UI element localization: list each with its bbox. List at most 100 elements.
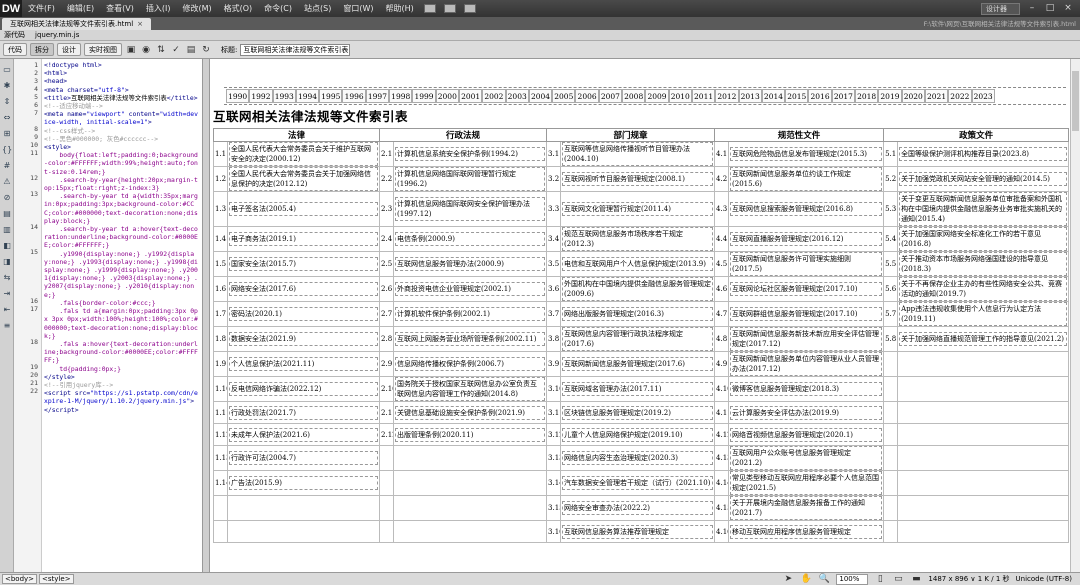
- maximize-icon[interactable]: □: [1044, 3, 1056, 14]
- menu-item[interactable]: 帮助(H): [379, 3, 419, 14]
- document-link[interactable]: 外国机构在中国境内提供金融信息服务管理规定(2009.6): [562, 277, 714, 301]
- year-link-1995[interactable]: 1995: [319, 89, 343, 103]
- highlight-invalid-icon[interactable]: ⚠: [2, 177, 12, 187]
- year-link-2004[interactable]: 2004: [528, 89, 553, 103]
- balance-braces-icon[interactable]: {}: [2, 145, 12, 155]
- code-line[interactable]: .fals{border-color:#ccc;}: [44, 299, 200, 307]
- check-page-icon[interactable]: ✓: [170, 44, 182, 56]
- document-link[interactable]: 互联网文化管理暂行规定(2011.4): [562, 202, 714, 216]
- year-link-2016[interactable]: 2016: [808, 89, 832, 103]
- wrap-tag-icon[interactable]: ◧: [2, 241, 12, 251]
- year-link-1999[interactable]: 1999: [412, 89, 436, 103]
- zoom-select[interactable]: 100%: [836, 573, 869, 585]
- select-parent-tag-icon[interactable]: ⊞: [2, 129, 12, 139]
- code-view-button[interactable]: 代码: [3, 43, 27, 56]
- layout-icon[interactable]: [423, 4, 436, 13]
- vertical-scrollbar[interactable]: [1070, 59, 1080, 572]
- document-link[interactable]: 计算机信息网络国际联网管理暂行规定(1996.2): [395, 167, 546, 191]
- year-link-2021[interactable]: 2021: [924, 89, 949, 103]
- refresh-icon[interactable]: ↻: [200, 44, 212, 56]
- code-line[interactable]: <html>: [44, 69, 200, 77]
- split-divider[interactable]: [202, 59, 210, 572]
- file-management-icon[interactable]: ⇅: [155, 44, 167, 56]
- document-link[interactable]: 关于变更互联网新闻信息服务单位审批备案和外国机构在中国境内提供金融信息服务业务审…: [899, 192, 1068, 226]
- site-icon[interactable]: [463, 4, 476, 13]
- apply-comment-icon[interactable]: ▤: [2, 209, 12, 219]
- code-editor[interactable]: <!doctype html> <html> <head> <meta charset…: [42, 59, 202, 572]
- code-line[interactable]: <title>互联网相关法律法规等文件索引表</title>: [44, 94, 200, 102]
- document-link[interactable]: 互联网新闻信息服务许可管理实施细则(2017.5): [730, 252, 883, 276]
- related-file-jquery[interactable]: jquery.min.js: [35, 31, 79, 39]
- document-link[interactable]: 互联网上网服务营业场所管理条例(2002.11): [395, 332, 546, 346]
- code-line[interactable]: .search-by-year{height:20px;margin-top:1…: [44, 176, 200, 192]
- year-link-2017[interactable]: 2017: [831, 89, 856, 103]
- document-link[interactable]: 个人信息保护法(2021.11): [229, 357, 379, 371]
- document-link[interactable]: 信息网络传播权保护条例(2006.7): [395, 357, 546, 371]
- document-link[interactable]: 网络音视频信息服务管理规定(2020.1): [730, 427, 883, 442]
- year-link-2013[interactable]: 2013: [738, 89, 762, 103]
- multiscreen-icon[interactable]: ▣: [125, 44, 137, 56]
- document-link[interactable]: 计算机信息系统安全保护条例(1994.2): [395, 147, 546, 161]
- syntax-error-icon[interactable]: ⊘: [2, 193, 12, 203]
- document-link[interactable]: 国家安全法(2015.7): [229, 257, 379, 271]
- minimize-icon[interactable]: –: [1026, 3, 1038, 14]
- preview-icon[interactable]: ◉: [140, 44, 152, 56]
- code-line[interactable]: .y1990{display:none;} .y1992{display:non…: [44, 250, 200, 299]
- year-link-2019[interactable]: 2019: [878, 89, 902, 103]
- move-css-icon[interactable]: ⇆: [2, 273, 12, 283]
- code-line[interactable]: <meta charset="utf-8">: [44, 86, 200, 94]
- desktop-size-icon[interactable]: ▬: [910, 573, 922, 585]
- document-link[interactable]: 网络安全法(2017.6): [229, 282, 379, 296]
- document-link[interactable]: 互联网新闻信息服务单位约谈工作规定(2015.6): [730, 167, 883, 191]
- code-line[interactable]: td{padding:0px;}: [44, 365, 200, 373]
- document-link[interactable]: 常见类型移动互联网应用程序必要个人信息范围规定(2021.5): [730, 471, 883, 495]
- year-link-2023[interactable]: 2023: [971, 89, 995, 103]
- document-link[interactable]: 互联网直播服务管理规定(2016.12): [730, 232, 883, 246]
- document-link[interactable]: 计算机信息网络国际联网安全保护管理办法(1997.12): [395, 197, 546, 221]
- document-link[interactable]: 互联网信息服务算法推荐管理规定: [562, 524, 714, 539]
- year-link-2005[interactable]: 2005: [552, 89, 576, 103]
- document-link[interactable]: 行政处罚法(2021.7): [229, 405, 379, 420]
- year-link-2011[interactable]: 2011: [691, 89, 716, 103]
- year-link-2000[interactable]: 2000: [435, 89, 459, 103]
- menu-item[interactable]: 命令(C): [258, 3, 298, 14]
- document-link[interactable]: 汽车数据安全管理若干规定（试行）(2021.10): [562, 476, 714, 490]
- menu-item[interactable]: 查看(V): [100, 3, 140, 14]
- tag-selector-style[interactable]: <style>: [39, 574, 74, 584]
- code-line[interactable]: .search-by-year td a:hover{text-decorati…: [44, 225, 200, 250]
- window-size-readout[interactable]: 1487 x 896 ∨ 1 K / 1 秒: [928, 574, 1009, 584]
- year-link-2015[interactable]: 2015: [785, 89, 809, 103]
- open-documents-icon[interactable]: ▭: [2, 65, 12, 75]
- code-line[interactable]: .search-by-year td a{width:35px;margin:0…: [44, 192, 200, 225]
- year-link-1997[interactable]: 1997: [365, 89, 390, 103]
- document-link[interactable]: 关于开展境内金融信息服务报备工作的通知(2021.7): [730, 496, 883, 520]
- code-line[interactable]: <!--css样式-->: [44, 127, 200, 135]
- document-link[interactable]: 关于推动资本市场服务网络强国建设的指导意见(2018.3): [899, 252, 1068, 276]
- code-line[interactable]: .fals a:hover{text-decoration:underline;…: [44, 340, 200, 365]
- mobile-size-icon[interactable]: ▯: [874, 573, 886, 585]
- document-link[interactable]: 电子签名法(2005.4): [229, 202, 379, 216]
- menu-item[interactable]: 文件(F): [22, 3, 61, 14]
- document-link[interactable]: 互联网新闻信息服务管理规定(2017.6): [562, 357, 714, 371]
- document-link[interactable]: 互联网新闻信息服务单位内容管理从业人员管理办法(2017.12): [730, 352, 883, 376]
- document-link[interactable]: 规范互联网信息服务市场秩序若干规定(2012.3): [562, 227, 714, 251]
- document-link[interactable]: 电子商务法(2019.1): [229, 232, 379, 246]
- document-link[interactable]: 网络出版服务管理规定(2016.3): [562, 307, 714, 321]
- split-view-button[interactable]: 拆分: [30, 43, 54, 56]
- year-link-2006[interactable]: 2006: [575, 89, 599, 103]
- code-line[interactable]: <!--引用jquery库-->: [44, 381, 200, 389]
- document-link[interactable]: 全国人民代表大会常务委员会关于维护互联网安全的决定(2000.12): [229, 142, 379, 166]
- document-link[interactable]: 未成年人保护法(2021.6): [229, 427, 379, 442]
- tablet-size-icon[interactable]: ▭: [892, 573, 904, 585]
- document-link[interactable]: 云计算服务安全评估办法(2019.9): [730, 405, 883, 420]
- document-link[interactable]: 行政许可法(2004.7): [229, 451, 379, 465]
- code-line[interactable]: </style>: [44, 373, 200, 381]
- snippets-icon[interactable]: ◨: [2, 257, 12, 267]
- document-link[interactable]: 互联网群组信息服务管理规定(2017.10): [730, 307, 883, 321]
- remove-comment-icon[interactable]: ▥: [2, 225, 12, 235]
- menu-item[interactable]: 窗口(W): [337, 3, 379, 14]
- document-link[interactable]: 互联网域名管理办法(2017.11): [562, 382, 714, 396]
- document-link[interactable]: 区块链信息服务管理规定(2019.2): [562, 405, 714, 420]
- outdent-icon[interactable]: ⇤: [2, 305, 12, 315]
- year-link-1998[interactable]: 1998: [389, 89, 413, 103]
